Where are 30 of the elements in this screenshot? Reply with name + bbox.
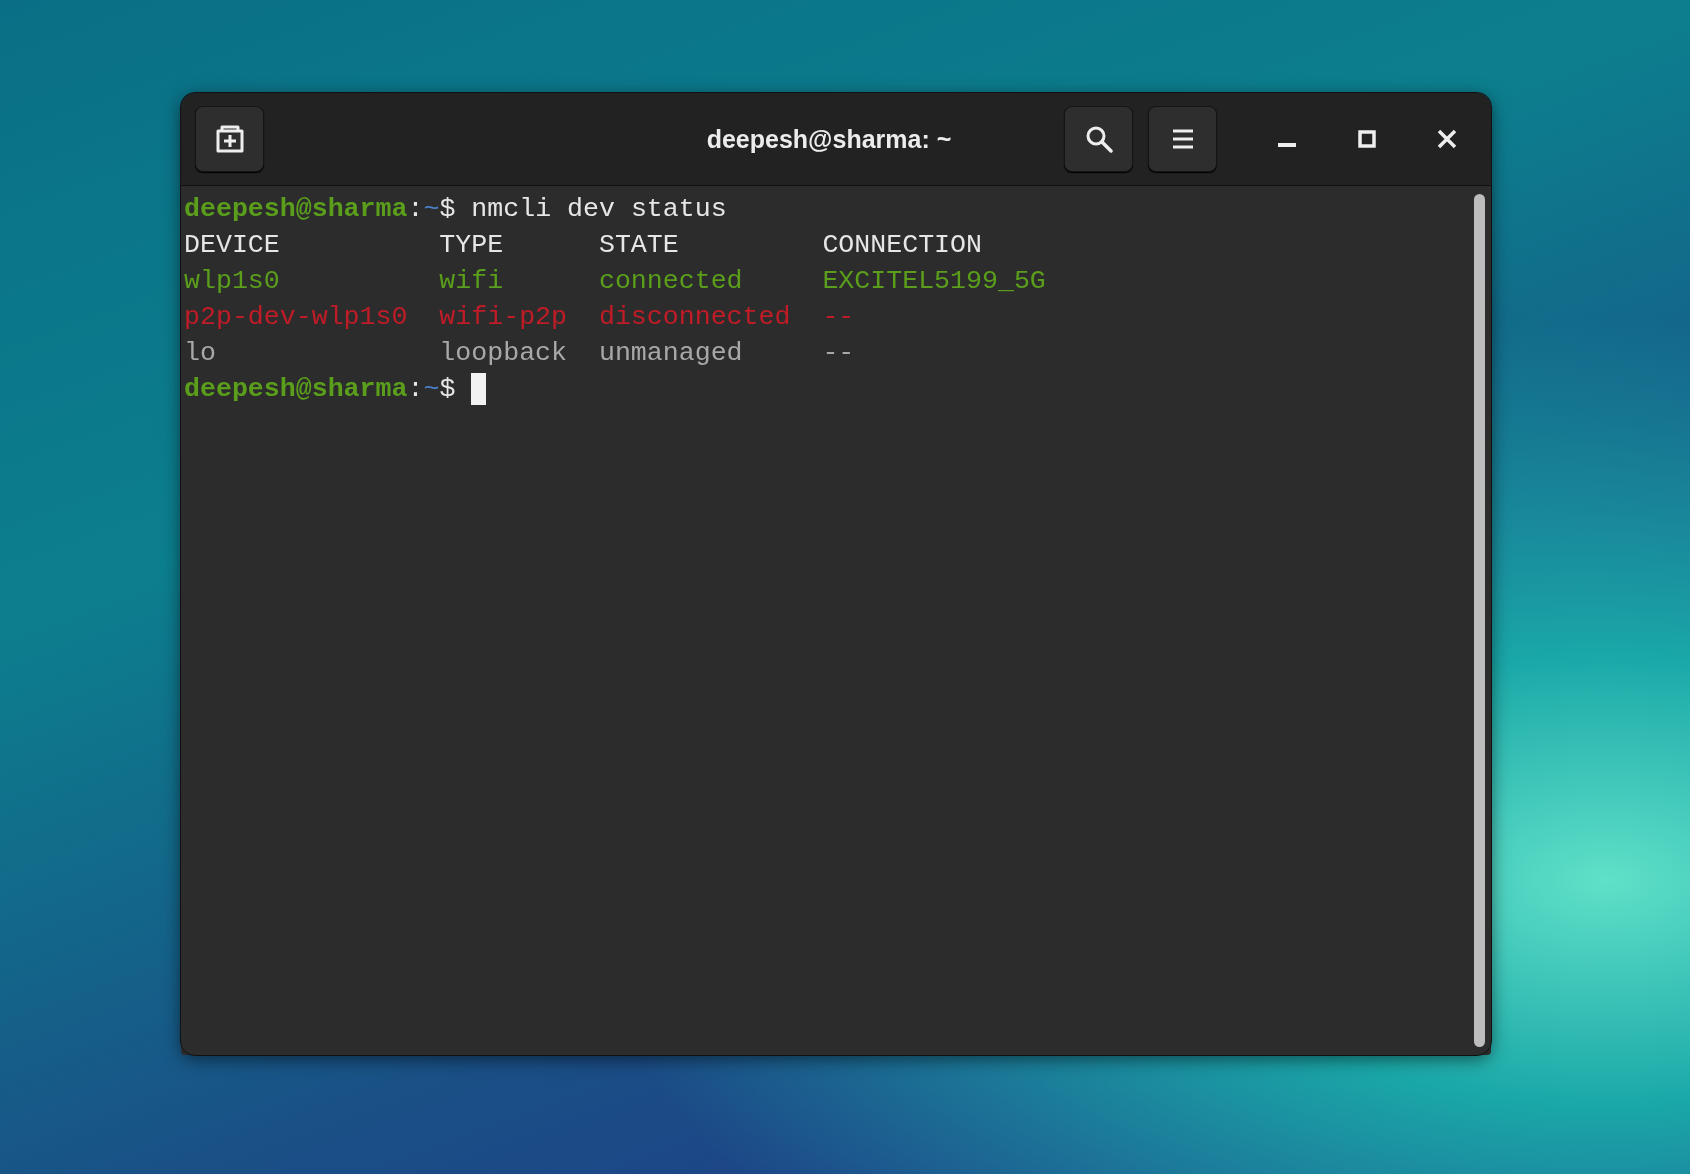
table-cell-text: wifi-p2p	[439, 302, 569, 332]
column-header: TYPE	[439, 230, 505, 260]
close-icon	[1437, 129, 1457, 149]
scrollbar-thumb[interactable]	[1473, 194, 1485, 1047]
menu-icon	[1171, 129, 1194, 149]
table-cell-text: p2p-dev-wlp1s0	[184, 302, 409, 332]
search-button[interactable]	[1064, 106, 1133, 172]
new-tab-icon	[214, 125, 245, 153]
column-header: CONNECTION	[822, 230, 983, 260]
maximize-icon	[1358, 130, 1376, 148]
table-cell-text: unmanaged	[598, 338, 744, 368]
table-cell-text: loopback	[439, 338, 569, 368]
minimize-icon	[1278, 143, 1296, 147]
menu-button[interactable]	[1148, 106, 1217, 172]
command-line: deepesh@sharma:~$ nmcli dev status	[184, 193, 728, 226]
column-header: STATE	[598, 230, 680, 260]
table-cell-text: wifi	[439, 266, 505, 296]
table-cell-text: --	[822, 338, 856, 368]
table-cell-text: connected	[598, 266, 744, 296]
cursor-icon	[471, 373, 487, 405]
window-title: deepesh@sharma: ~	[705, 124, 953, 154]
command-line: deepesh@sharma:~$	[184, 373, 456, 406]
table-cell-text: lo	[184, 338, 217, 368]
search-icon	[1084, 125, 1113, 153]
table-cell-text: disconnected	[598, 302, 792, 332]
table-cell-text: --	[822, 302, 856, 332]
column-header: DEVICE	[184, 230, 281, 260]
new-tab-button[interactable]	[195, 106, 264, 172]
table-cell-text: wlp1s0	[184, 266, 281, 296]
table-cell-text: EXCITEL5199_5G	[822, 266, 1047, 296]
